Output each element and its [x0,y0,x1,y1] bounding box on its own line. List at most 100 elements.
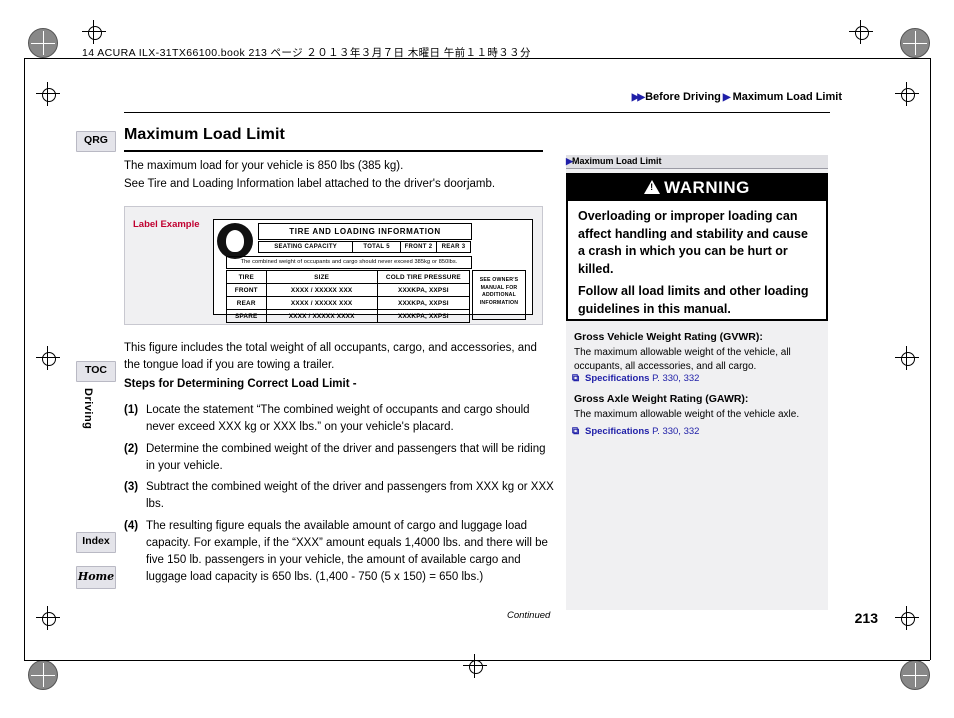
warning-triangle-icon [644,180,661,195]
trim-line-right [930,58,931,660]
cell-pressure: XXXKPA, XXPSI [376,296,471,310]
reg-circle-left-mid [42,352,56,366]
seating-total-cell: TOTAL 5 [352,241,401,253]
tire-pressure-table: TIRE SIZE COLD TIRE PRESSURE FRONT XXXX … [226,270,471,323]
breadcrumb: ▶▶ Before Driving ▶ Maximum Load Limit [632,91,842,103]
gawr-link-label: Specifications [585,426,650,437]
body-paragraph: This figure includes the total weight of… [124,342,537,371]
page-number: 213 [854,610,878,626]
sidebar-item-qrg[interactable]: QRG [76,131,116,152]
page-title: Maximum Load Limit [124,126,285,143]
gvwr-link-label: Specifications [585,373,650,384]
seating-rear-cell: REAR 3 [435,241,471,253]
reg-cross-right-bottom-v [906,606,907,630]
list-item: (1) Locate the statement “The combined w… [124,402,556,436]
book-header-line: 14 ACURA ILX-31TX66100.book 213 ページ ２０１３… [82,47,531,59]
registration-mark-bottom-right [900,660,930,690]
step-text: Determine the combined weight of the dri… [146,443,546,472]
cell-tire: REAR [226,296,267,310]
bookmark-icon: ⧉ [572,426,580,437]
owners-manual-note: SEE OWNER'S MANUAL FOR ADDITIONAL INFORM… [472,270,526,320]
cell-pressure: XXXKPA, XXPSI [376,283,471,297]
reg-cross-right-mid-v [906,346,907,370]
reg-cross-right-mid-h [895,357,919,358]
cell-tire: SPARE [226,309,267,323]
reg-cross-left-bottom-v [47,606,48,630]
list-item: (4) The resulting figure equals the avai… [124,518,556,586]
reg-circle-right-bottom [901,612,915,626]
th-pressure: COLD TIRE PRESSURE [376,270,471,284]
sidebar-item-toc[interactable]: TOC [76,361,116,382]
gvwr-reference-link[interactable]: ⧉ Specifications P. 330, 332 [572,373,700,384]
list-item: (3) Subtract the combined weight of the … [124,479,556,513]
warning-title: WARNING [664,178,750,197]
gawr-title: Gross Axle Weight Rating (GAWR): [574,393,749,405]
breadcrumb-page: Maximum Load Limit [732,91,842,103]
reg-cross-bottom-center-h [463,665,487,666]
section-label-driving: Driving [82,388,94,430]
warning-paragraph-1: Overloading or improper loading can affe… [578,209,808,276]
seating-capacity-row: SEATING CAPACITY TOTAL 5 FRONT 2 REAR 3 [258,241,471,253]
cell-size: XXXX / XXXXX XXXX [265,309,378,323]
table-row: FRONT XXXX / XXXXX XXX XXXKPA, XXPSI [226,283,471,297]
registration-mark-bottom-left [28,660,58,690]
reg-cross-top-left-h [82,31,106,32]
cell-pressure: XXXKPA, XXPSI [376,309,471,323]
step-number: (4) [124,520,139,532]
warning-banner: WARNING [568,175,826,201]
title-rule [124,150,543,152]
steps-heading: Steps for Determining Correct Load Limit… [124,378,357,390]
reg-circle-bottom-center [469,660,483,674]
warning-paragraph-2: Follow all load limits and other loading… [578,284,809,316]
sidebar-item-index[interactable]: Index [76,532,116,553]
intro-paragraph-1: The maximum load for your vehicle is 850… [124,160,404,172]
header-rule [124,112,830,113]
trim-line-left [24,58,25,660]
seating-rear-value: 3 [461,244,466,250]
step-text: Subtract the combined weight of the driv… [146,481,554,510]
reg-circle-top-left [88,26,102,40]
warning-box: WARNING Overloading or improper loading … [566,173,828,321]
reg-cross-top-right-h [849,31,873,32]
table-header-row: TIRE SIZE COLD TIRE PRESSURE [226,270,471,284]
tire-loading-placard: TIRE AND LOADING INFORMATION SEATING CAP… [213,219,533,323]
table-row: SPARE XXXX / XXXXX XXXX XXXKPA, XXPSI [226,309,471,323]
reg-cross-right-top-h [895,93,919,94]
gvwr-body: The maximum allowable weight of the vehi… [574,347,791,372]
bookmark-icon: ⧉ [572,373,580,384]
sidebar-item-home[interactable]: Home [76,566,116,589]
gvwr-link-pages: P. 330, 332 [652,373,700,384]
reg-circle-right-top [901,88,915,102]
step-text: Locate the statement “The combined weigh… [146,404,530,433]
registration-mark-top-left [28,28,58,58]
tire-icon [217,223,253,259]
cell-size: XXXX / XXXXX XXX [265,296,378,310]
reg-cross-left-mid-h [36,357,60,358]
th-tire: TIRE [226,270,267,284]
table-row: REAR XXXX / XXXXX XXX XXXKPA, XXPSI [226,296,471,310]
gawr-link-pages: P. 330, 332 [652,426,700,437]
reg-circle-left-bottom [42,612,56,626]
label-example-figure: Label Example TIRE AND LOADING INFORMATI… [124,206,543,325]
sidebar-header-title: Maximum Load Limit [572,156,662,166]
breadcrumb-section: Before Driving [645,91,721,103]
figure-caption: Label Example [133,219,200,230]
cell-size: XXXX / XXXXX XXX [265,283,378,297]
seating-front-cell: FRONT 2 [399,241,437,253]
list-item: (2) Determine the combined weight of the… [124,441,556,475]
reg-circle-right-mid [901,352,915,366]
gawr-reference-link[interactable]: ⧉ Specifications P. 330, 332 [572,426,700,437]
breadcrumb-double-arrow-icon: ▶▶ [631,92,645,103]
reg-circle-left-top [42,88,56,102]
reg-cross-left-mid-v [47,346,48,370]
seating-rear-label: REAR [441,244,460,250]
seating-front-value: 2 [428,244,433,250]
manual-page: 14 ACURA ILX-31TX66100.book 213 ページ ２０１３… [0,0,954,718]
capacity-note: The combined weight of occupants and car… [226,256,472,269]
reg-cross-left-bottom-h [36,617,60,618]
cell-tire: FRONT [226,283,267,297]
placard-title: TIRE AND LOADING INFORMATION [258,223,472,240]
intro-paragraph-2: See Tire and Loading Information label a… [124,178,496,190]
reg-cross-left-top-v [47,82,48,106]
gawr-body: The maximum allowable weight of the vehi… [574,409,800,420]
